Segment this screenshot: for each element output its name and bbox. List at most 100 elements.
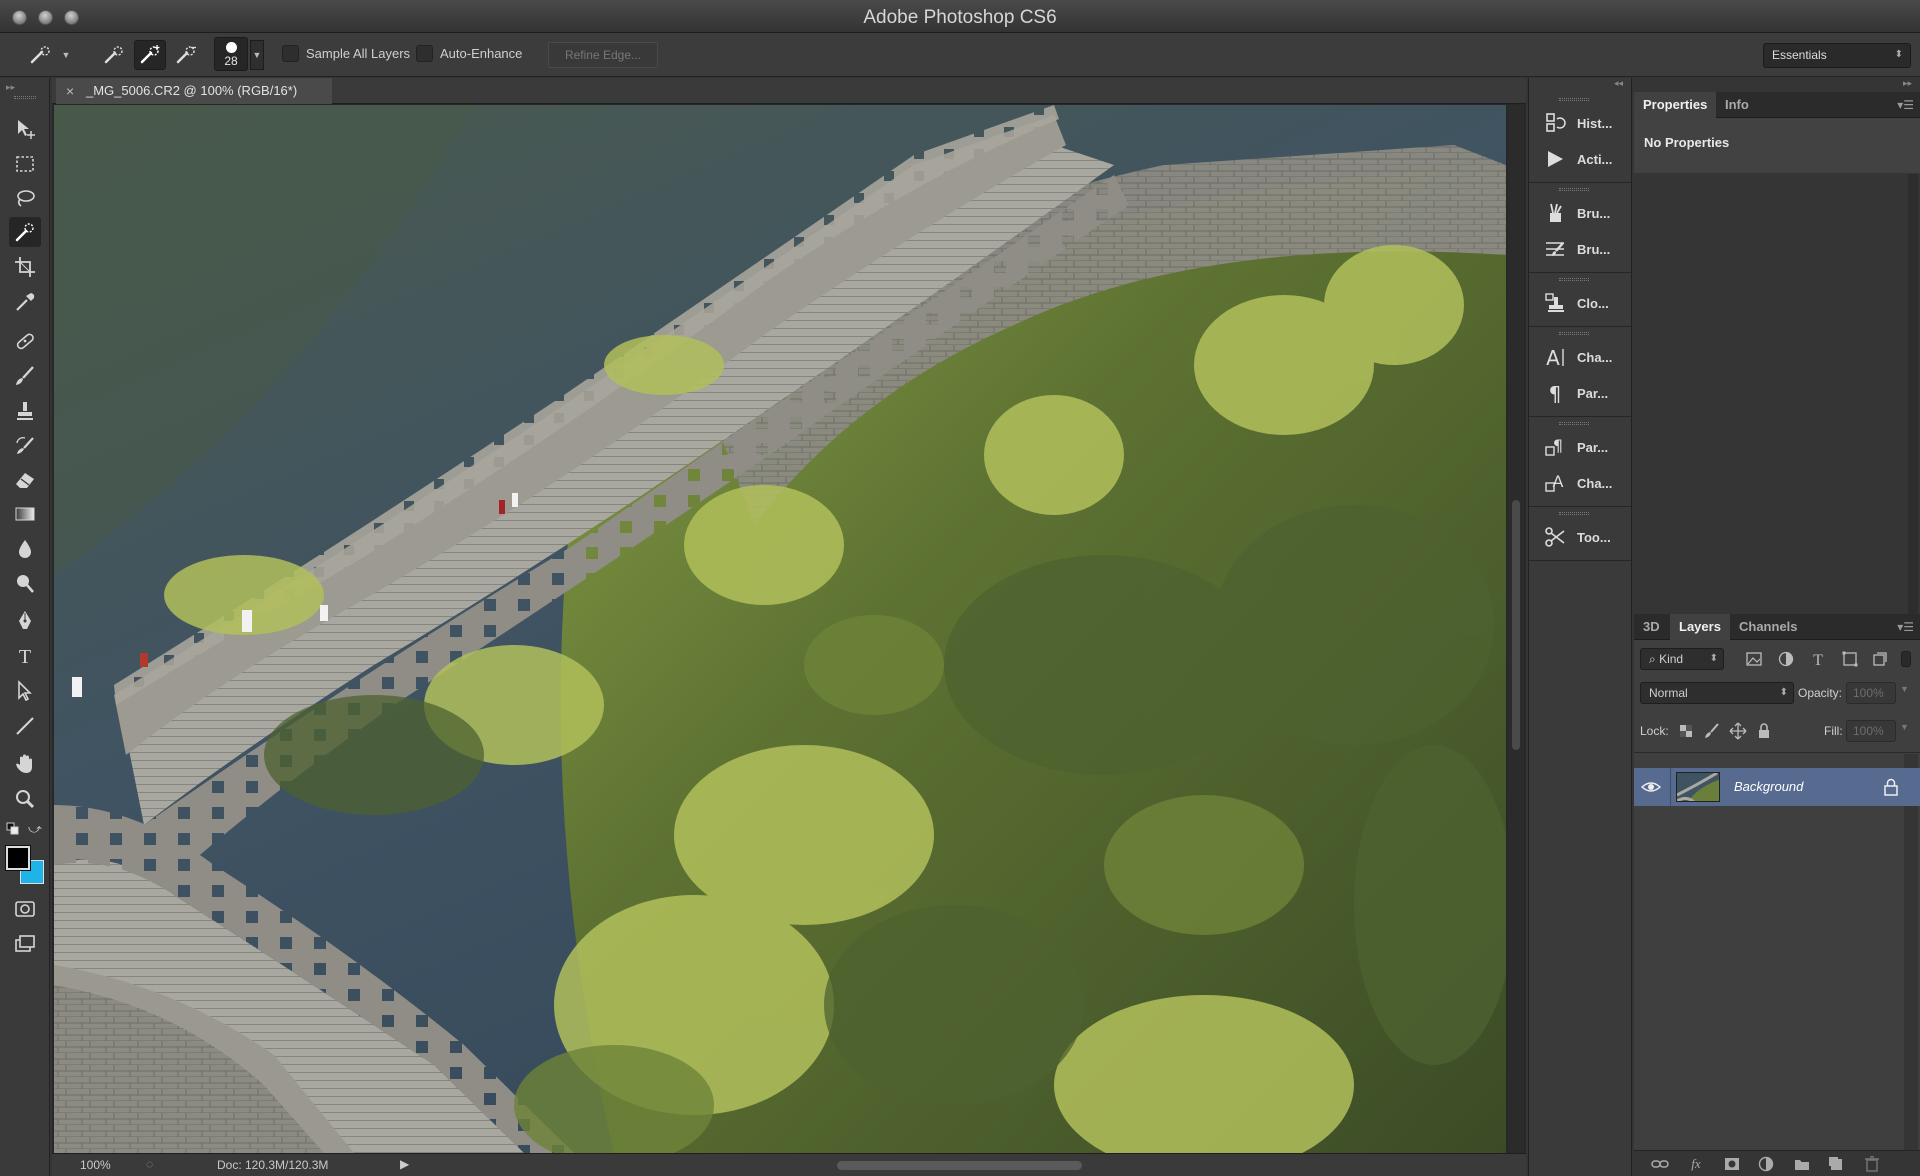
quick-mask-button[interactable] — [9, 894, 41, 924]
crop-tool[interactable] — [9, 252, 41, 282]
rectangular-marquee-tool[interactable] — [9, 149, 41, 179]
tab-layers[interactable]: Layers — [1670, 614, 1730, 640]
dock-item-brush-presets[interactable]: Bru... — [1535, 196, 1627, 230]
workspace-switcher[interactable]: Essentials ⬍ — [1763, 43, 1911, 68]
spot-healing-tool[interactable] — [9, 326, 41, 356]
panel-group-grip[interactable] — [1559, 422, 1589, 425]
dock-item-brush[interactable]: Bru... — [1535, 232, 1627, 266]
panel-group-grip[interactable] — [1559, 512, 1589, 515]
fx-icon[interactable]: fx — [1684, 1154, 1708, 1174]
brush-tool[interactable] — [9, 361, 41, 391]
tab-properties[interactable]: Properties — [1634, 92, 1717, 118]
status-indicator-icon[interactable]: ◌ — [146, 1157, 153, 1171]
dodge-tool[interactable] — [9, 569, 41, 599]
panel-group-grip[interactable] — [1559, 188, 1589, 191]
adjustment-layer-button[interactable] — [1754, 1154, 1778, 1174]
history-brush-tool[interactable] — [9, 431, 41, 461]
chevron-down-icon[interactable]: ▼ — [1900, 722, 1909, 732]
default-colors-icon[interactable] — [6, 822, 20, 836]
gradient-tool[interactable] — [9, 499, 41, 529]
lasso-tool[interactable] — [9, 183, 41, 213]
dock-item-clone-source[interactable]: Clo... — [1535, 286, 1627, 320]
tool-preset-picker[interactable] — [22, 40, 60, 70]
eyedropper-tool[interactable] — [9, 287, 41, 317]
zoom-level[interactable]: 100% — [80, 1158, 111, 1172]
layers-scrollbar[interactable] — [1904, 754, 1918, 1154]
add-mask-button[interactable] — [1720, 1154, 1744, 1174]
play-arrow-icon[interactable]: ▶ — [400, 1157, 409, 1171]
vertical-scrollbar[interactable] — [1508, 105, 1524, 1153]
clone-stamp-tool[interactable] — [9, 396, 41, 426]
collapse-arrows-icon[interactable]: ◂◂ — [1614, 78, 1623, 89]
delete-layer-button[interactable] — [1860, 1154, 1884, 1174]
dock-item-paragraph-styles[interactable]: ¶ Par... — [1535, 430, 1627, 464]
subtract-selection-button[interactable] — [170, 40, 202, 70]
dock-item-character-styles[interactable]: A Cha... — [1535, 466, 1627, 500]
filter-smart-object-button[interactable] — [1868, 648, 1892, 670]
panel-group-grip[interactable] — [1559, 278, 1589, 281]
filter-toggle-switch[interactable] — [1894, 648, 1918, 670]
new-group-button[interactable] — [1790, 1154, 1814, 1174]
dock-item-actions[interactable]: Acti... — [1535, 142, 1627, 176]
foreground-color-swatch[interactable] — [5, 845, 31, 871]
collapse-arrows-icon[interactable]: ▸▸ — [1903, 78, 1912, 88]
vertical-scroll-thumb[interactable] — [1512, 500, 1520, 750]
opacity-input[interactable]: 100% — [1846, 682, 1896, 704]
blend-mode-select[interactable]: Normal ⬍ — [1640, 682, 1794, 704]
panel-menu-icon[interactable]: ▾☰ — [1897, 620, 1914, 634]
panel-menu-icon[interactable]: ▾☰ — [1897, 98, 1914, 112]
dock-item-character[interactable]: A Cha... — [1535, 340, 1627, 374]
image-canvas[interactable] — [54, 105, 1506, 1153]
path-selection-tool[interactable] — [9, 676, 41, 706]
type-tool[interactable]: T — [9, 641, 41, 671]
eraser-tool[interactable] — [9, 465, 41, 495]
new-layer-button[interactable] — [1824, 1154, 1848, 1174]
chevron-down-icon[interactable]: ▼ — [250, 40, 264, 70]
close-tab-icon[interactable]: × — [66, 78, 74, 104]
quick-selection-tool[interactable] — [9, 217, 41, 247]
filter-shape-button[interactable] — [1838, 648, 1862, 670]
collapse-arrows-icon[interactable]: ▸▸ — [6, 82, 15, 93]
fill-input[interactable]: 100% — [1846, 720, 1896, 742]
line-tool[interactable] — [9, 711, 41, 741]
document-tab[interactable]: × _MG_5006.CR2 @ 100% (RGB/16*) — [56, 78, 332, 104]
lock-transparency-button[interactable] — [1674, 720, 1698, 742]
link-layers-button[interactable] — [1648, 1154, 1672, 1174]
hand-tool[interactable] — [9, 749, 41, 779]
swap-colors-icon[interactable]: ⤻ — [28, 821, 42, 837]
refine-edge-button[interactable]: Refine Edge... — [548, 42, 658, 68]
panel-group-grip[interactable] — [1559, 98, 1589, 101]
lock-all-button[interactable] — [1752, 720, 1776, 742]
filter-kind-select[interactable]: ⌕ Kind ⬍ — [1640, 648, 1724, 670]
pen-tool[interactable] — [9, 606, 41, 636]
tab-info[interactable]: Info — [1716, 92, 1758, 118]
dock-item-tool-presets[interactable]: Too... — [1535, 520, 1627, 554]
blur-tool[interactable] — [9, 534, 41, 564]
move-tool[interactable] — [9, 114, 41, 144]
filter-pixel-button[interactable] — [1742, 648, 1766, 670]
lock-icon[interactable] — [1882, 777, 1900, 797]
screen-mode-button[interactable] — [9, 929, 41, 959]
panel-group-grip[interactable] — [1559, 332, 1589, 335]
dock-item-paragraph[interactable]: ¶ Par... — [1535, 376, 1627, 410]
brush-size-picker[interactable]: 28 — [214, 37, 248, 71]
zoom-tool[interactable] — [9, 784, 41, 814]
lock-pixels-button[interactable] — [1700, 720, 1724, 742]
filter-adjustment-button[interactable] — [1774, 648, 1798, 670]
add-to-selection-button[interactable] — [134, 40, 166, 70]
auto-enhance-checkbox[interactable] — [416, 45, 433, 62]
eye-icon[interactable] — [1640, 778, 1662, 796]
lock-position-button[interactable] — [1726, 720, 1750, 742]
chevron-down-icon[interactable]: ▼ — [60, 40, 72, 70]
sample-all-layers-checkbox[interactable] — [282, 45, 299, 62]
tab-3d[interactable]: 3D — [1634, 614, 1669, 640]
new-selection-button[interactable] — [98, 40, 130, 70]
layer-name[interactable]: Background — [1734, 779, 1803, 794]
filter-type-button[interactable]: T — [1806, 648, 1830, 670]
layer-row[interactable]: Background — [1634, 768, 1920, 806]
horizontal-scroll-thumb[interactable] — [837, 1161, 1082, 1170]
properties-scrollbar[interactable] — [1908, 174, 1918, 614]
chevron-down-icon[interactable]: ▼ — [1900, 684, 1909, 694]
panel-grip[interactable] — [14, 96, 36, 99]
tab-channels[interactable]: Channels — [1730, 614, 1807, 640]
